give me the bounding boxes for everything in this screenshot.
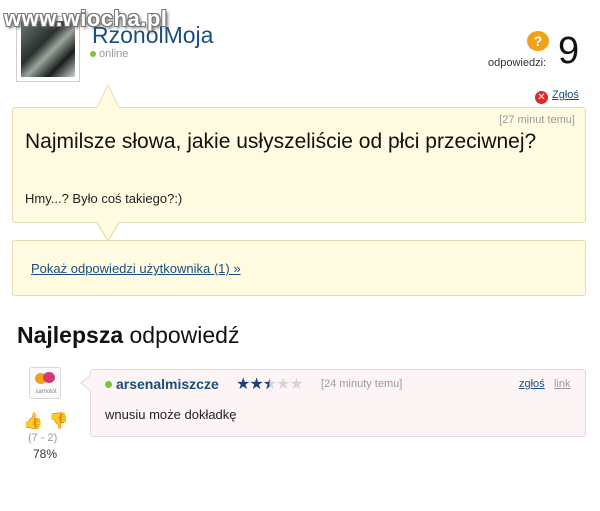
question-time: [27 minut temu] bbox=[499, 114, 575, 126]
online-dot-icon bbox=[90, 51, 96, 58]
online-dot-icon bbox=[105, 381, 112, 388]
report-label: Zgłoś bbox=[552, 89, 579, 101]
bubble-tail-fill bbox=[97, 86, 119, 108]
vote-buttons: 👍 👎 bbox=[23, 411, 69, 431]
question-box: [27 minut temu] Najmilsze słowa, jakie u… bbox=[12, 107, 586, 223]
bubble-tail-bottom-fill bbox=[97, 221, 119, 240]
thumbs-down-icon[interactable]: 👎 bbox=[49, 413, 69, 430]
report-button[interactable]: ✕ Zgłoś bbox=[535, 89, 579, 104]
vote-percent: 78% bbox=[33, 447, 58, 461]
bubble-pink-icon bbox=[43, 372, 55, 383]
show-user-answers-link[interactable]: Pokaż odpowiedzi użytkownika (1) » bbox=[31, 261, 241, 276]
close-icon: ✕ bbox=[535, 91, 548, 104]
best-answer-heading-bold: Najlepsza bbox=[17, 322, 124, 348]
avatar-label: samolot bbox=[35, 389, 57, 395]
answer-report-link[interactable]: zgłoś bbox=[519, 378, 545, 390]
answer-bubble-tail-fill bbox=[82, 375, 91, 391]
star-empty-icon: ★ bbox=[289, 376, 303, 393]
answer-time: [24 minuty temu] bbox=[321, 378, 403, 390]
show-answers-box: Pokaż odpowiedzi użytkownika (1) » bbox=[12, 240, 586, 296]
status-label: online bbox=[99, 48, 129, 60]
online-status: online bbox=[90, 48, 128, 60]
best-answer-heading: Najlepsza odpowiedź bbox=[17, 322, 239, 349]
answer-text: wnusiu może dokładkę bbox=[105, 407, 237, 422]
question-body: Hmy...? Było coś takiego?:) bbox=[25, 191, 183, 206]
answer-permalink[interactable]: link bbox=[554, 378, 571, 390]
thumbs-up-icon[interactable]: 👍 bbox=[23, 413, 43, 430]
watermark-logo: www.wiocha.pl bbox=[4, 6, 168, 31]
rating-stars: ★★★★★ bbox=[236, 374, 304, 394]
star-empty-icon: ★ bbox=[276, 376, 290, 393]
question-title: Najmilsze słowa, jakie usłyszeliście od … bbox=[25, 130, 537, 153]
star-full-icon: ★ bbox=[249, 376, 263, 393]
answerer-avatar[interactable]: samolot bbox=[29, 367, 61, 399]
question-bubble-icon: ? bbox=[527, 31, 549, 51]
answer-box: arsenalmiszcze ★★★★★ [24 minuty temu] zg… bbox=[90, 369, 586, 437]
answerer-username-link[interactable]: arsenalmiszcze bbox=[116, 376, 219, 392]
vote-counts: (7 - 2) bbox=[28, 432, 58, 444]
star-half-icon: ★ bbox=[262, 376, 277, 393]
best-answer-heading-rest: odpowiedź bbox=[123, 322, 240, 348]
star-full-icon: ★ bbox=[236, 376, 250, 393]
answers-count: 9 bbox=[558, 30, 580, 72]
answers-label: odpowiedzi: bbox=[488, 57, 547, 69]
